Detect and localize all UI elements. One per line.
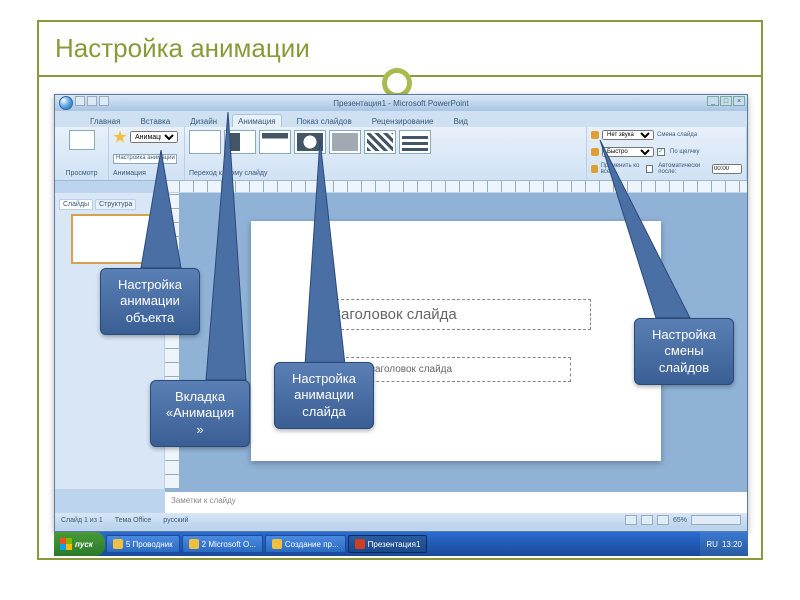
tab-home[interactable]: Главная — [85, 115, 125, 127]
callout-animation-tab: Вкладка «Анимация » — [150, 380, 250, 447]
transition-option[interactable] — [329, 130, 361, 154]
transition-option[interactable] — [364, 130, 396, 154]
status-bar: Слайд 1 из 1 Тема Office русский 65% — [55, 513, 747, 527]
qat-undo-icon[interactable] — [87, 96, 97, 106]
status-slide: Слайд 1 из 1 — [61, 517, 103, 524]
preview-button[interactable] — [69, 130, 95, 150]
view-sorter-icon[interactable] — [641, 515, 653, 525]
sound-icon — [591, 131, 599, 139]
zoom-slider[interactable] — [691, 515, 741, 525]
quick-access-toolbar[interactable] — [59, 96, 109, 110]
slide-panel: Слайды Структура — [55, 193, 165, 489]
tab-design[interactable]: Дизайн — [185, 115, 222, 127]
slides-tab[interactable]: Слайды — [59, 199, 93, 210]
title-placeholder[interactable]: Заголовок слайда — [321, 299, 591, 330]
callout-slide-animation: Настройка анимации слайда — [274, 362, 374, 429]
minimize-icon[interactable]: _ — [707, 96, 719, 106]
onclick-checkbox[interactable] — [657, 148, 665, 156]
powerpoint-icon — [355, 539, 365, 549]
view-show-icon[interactable] — [657, 515, 669, 525]
status-lang: русский — [163, 517, 188, 524]
speed-select[interactable]: Быстро — [602, 147, 654, 157]
tray-clock: 13:20 — [722, 540, 742, 549]
trans-group-label: Переход к этому слайду — [189, 170, 582, 177]
callout-object-animation: Настройка анимации объекта — [100, 268, 200, 335]
autoafter-checkbox[interactable] — [646, 165, 653, 173]
horizontal-ruler — [165, 181, 747, 193]
sound-select[interactable]: Нет звука — [602, 130, 654, 140]
ribbon-group-animation: Анимация Настройка анимации Анимация — [109, 127, 185, 180]
start-button[interactable]: пуск — [54, 532, 105, 556]
speed-icon — [591, 148, 599, 156]
office-orb-icon[interactable] — [59, 96, 73, 110]
anim-group-label: Анимация — [113, 170, 180, 177]
callout-slide-transition: Настройка смены слайдов — [634, 318, 734, 385]
taskbar-item[interactable]: Создание пр... — [265, 535, 346, 553]
outline-tab[interactable]: Структура — [95, 199, 136, 210]
taskbar-item[interactable]: 5 Проводник — [106, 535, 180, 553]
tab-slideshow[interactable]: Показ слайдов — [292, 115, 357, 127]
tab-insert[interactable]: Вставка — [135, 115, 175, 127]
advance-label: Смена слайда — [657, 132, 697, 138]
autoafter-label: Автоматически после: — [658, 163, 709, 175]
preview-label: Просмотр — [66, 170, 98, 177]
transition-option[interactable] — [294, 130, 326, 154]
slide-title: Настройка анимации — [55, 33, 310, 64]
view-normal-icon[interactable] — [625, 515, 637, 525]
ribbon-group-options: Нет звукаСмена слайда Быстро По щелчку Пр… — [587, 127, 747, 180]
ribbon-group-transitions: Переход к этому слайду — [185, 127, 587, 180]
custom-animation-button[interactable]: Настройка анимации — [113, 154, 177, 164]
apply-icon — [591, 165, 598, 173]
taskbar-item[interactable]: Презентация1 — [348, 535, 428, 553]
ribbon: Просмотр Анимация Настройка анимации Ани… — [55, 127, 747, 181]
tab-review[interactable]: Рецензирование — [367, 115, 439, 127]
tab-animation[interactable]: Анимация — [232, 114, 282, 127]
animation-star-icon — [113, 130, 127, 144]
system-tray[interactable]: RU 13:20 — [700, 532, 748, 556]
notes-pane[interactable]: Заметки к слайду — [165, 489, 747, 513]
titlebar: Презентация1 - Microsoft PowerPoint _ □ … — [55, 95, 747, 111]
app-icon — [189, 539, 199, 549]
tab-view[interactable]: Вид — [449, 115, 473, 127]
status-zoom: 65% — [673, 517, 687, 524]
qat-redo-icon[interactable] — [99, 96, 109, 106]
taskbar-item[interactable]: 2 Microsoft O... — [182, 535, 263, 553]
apply-all-button[interactable]: Применить ко всем — [601, 163, 644, 175]
transition-option[interactable] — [224, 130, 256, 154]
ribbon-group-preview: Просмотр — [55, 127, 109, 180]
autoafter-time[interactable] — [712, 164, 742, 174]
animation-select[interactable]: Анимация — [130, 131, 178, 143]
close-icon[interactable]: × — [733, 96, 745, 106]
status-theme: Тема Office — [115, 517, 152, 524]
app-icon — [272, 539, 282, 549]
tray-lang[interactable]: RU — [706, 540, 718, 549]
maximize-icon[interactable]: □ — [720, 96, 732, 106]
folder-icon — [113, 539, 123, 549]
windows-logo-icon — [60, 538, 72, 550]
transition-none[interactable] — [189, 130, 221, 154]
windows-taskbar: пуск 5 Проводник 2 Microsoft O... Создан… — [54, 532, 748, 556]
ribbon-tabs: Главная Вставка Дизайн Анимация Показ сл… — [55, 111, 747, 127]
window-title: Презентация1 - Microsoft PowerPoint — [333, 99, 468, 108]
qat-save-icon[interactable] — [75, 96, 85, 106]
slide-thumbnail-1[interactable] — [71, 214, 151, 264]
transition-option[interactable] — [259, 130, 291, 154]
window-controls[interactable]: _ □ × — [707, 96, 745, 106]
transition-option[interactable] — [399, 130, 431, 154]
subtitle-placeholder[interactable]: Подзаголовок слайда — [341, 357, 571, 382]
onclick-label: По щелчку — [670, 149, 700, 155]
